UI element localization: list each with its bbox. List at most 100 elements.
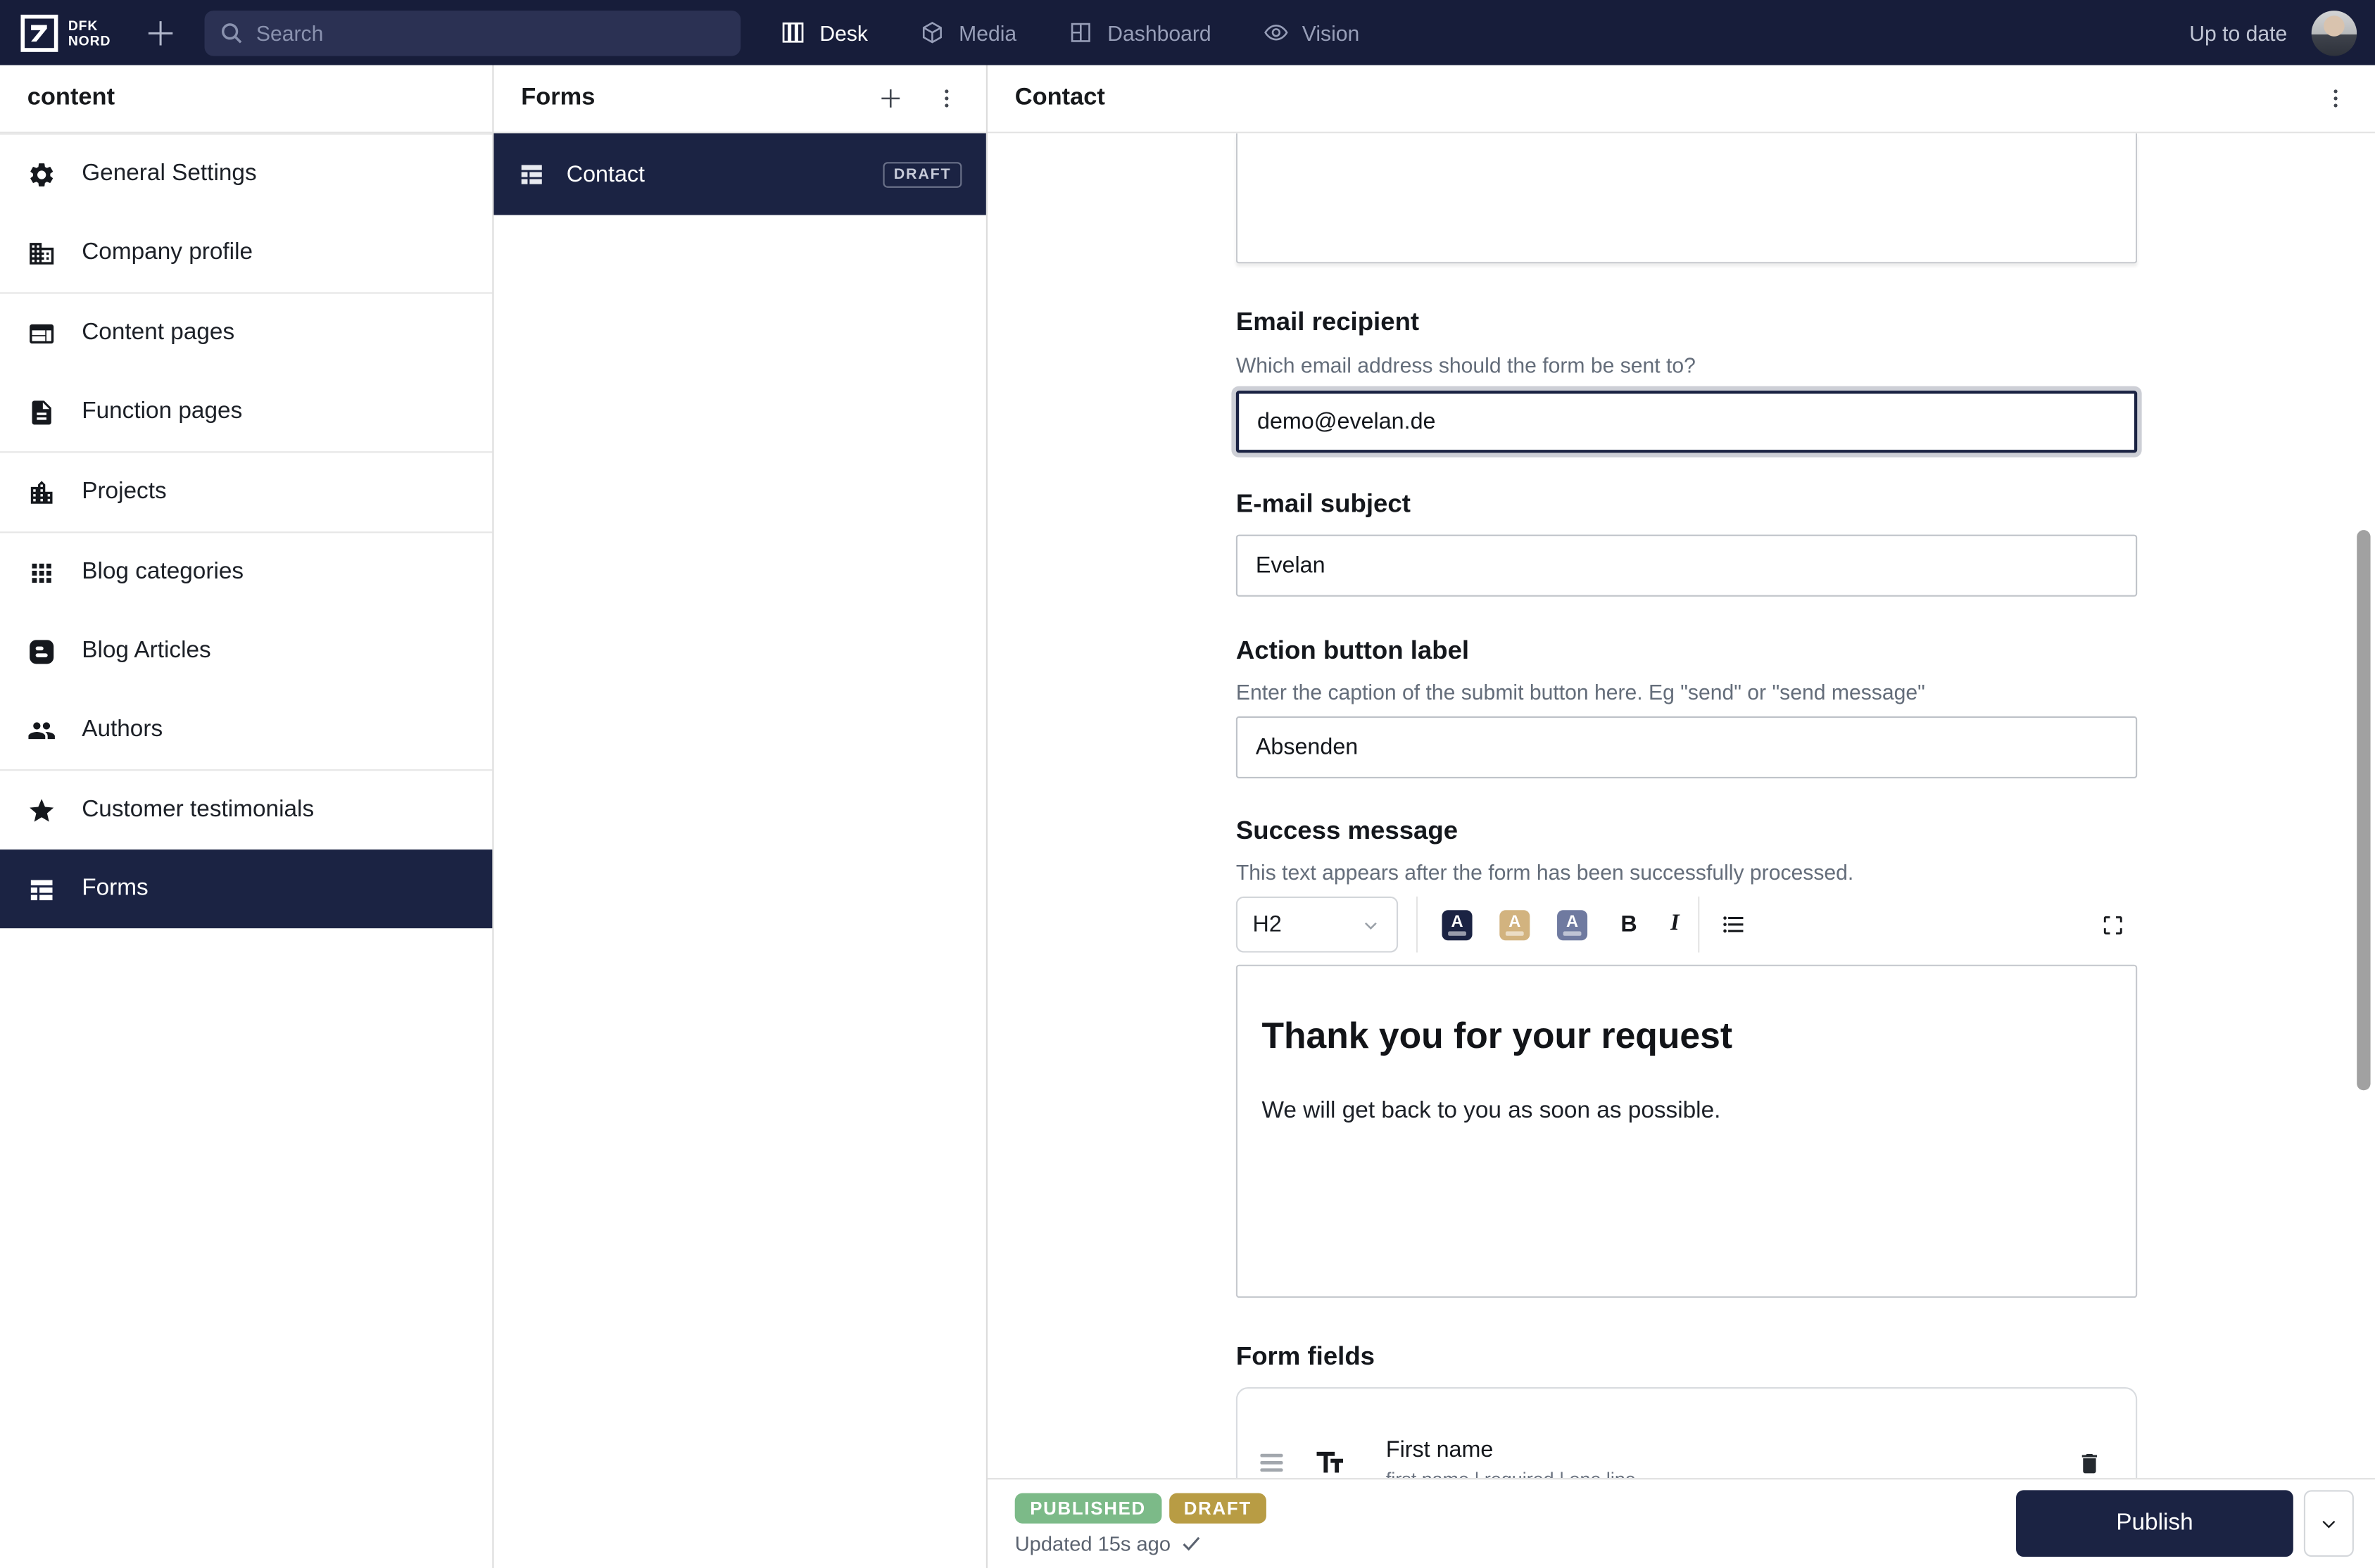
publish-button[interactable]: Publish (2016, 1490, 2293, 1557)
tab-dashboard[interactable]: Dashboard (1068, 20, 1211, 46)
people-icon (27, 716, 56, 745)
search-icon (220, 20, 244, 44)
italic-button[interactable]: I (1670, 911, 1680, 937)
kebab-menu-icon (935, 87, 959, 110)
updated-timestamp: Updated 15s ago (1015, 1532, 1171, 1555)
create-form-button[interactable] (877, 85, 905, 113)
bullet-list-button[interactable] (1720, 911, 1746, 937)
color-a-glyph: A (1508, 914, 1520, 931)
text-color-navy-button[interactable]: A (1442, 909, 1473, 940)
new-document-button[interactable] (144, 16, 177, 49)
action-button-input[interactable] (1236, 716, 2137, 778)
grid-icon (27, 558, 56, 587)
scrolled-textarea-partial[interactable] (1236, 133, 2137, 263)
email-subject-input[interactable] (1236, 535, 2137, 597)
email-subject-label: E-mail subject (1236, 489, 2137, 519)
document-menu-button[interactable] (2324, 87, 2348, 110)
text-color-slate-button[interactable]: A (1557, 909, 1587, 940)
tab-label: Vision (1302, 20, 1360, 44)
forms-pane-title: Forms (521, 85, 595, 113)
bullet-list-icon (1720, 911, 1746, 937)
richtext-editor[interactable]: Thank you for your request We will get b… (1236, 965, 2137, 1298)
sidebar-item-forms[interactable]: Forms (0, 849, 492, 928)
action-button-description: Enter the caption of the submit button h… (1236, 680, 2137, 704)
sidebar-item-projects[interactable]: Projects (0, 453, 492, 531)
package-icon (919, 20, 945, 46)
published-badge: PUBLISHED (1015, 1493, 1161, 1523)
sidebar-item-customer-testimonials[interactable]: Customer testimonials (0, 771, 492, 849)
publish-footer: PUBLISHED DRAFT Updated 15s ago Publish (988, 1477, 2375, 1568)
toolbar-divider (1416, 897, 1418, 953)
workspace-logo[interactable]: DFK NORD (20, 13, 111, 52)
form-field-card-first-name[interactable]: First name first name | required | one l… (1236, 1387, 2137, 1477)
tab-media[interactable]: Media (919, 20, 1016, 46)
top-bar: DFK NORD Desk (0, 0, 2375, 65)
trash-icon (2077, 1450, 2103, 1476)
editor-header: Contact (988, 65, 2375, 134)
document-title: Contact (1015, 85, 1105, 113)
email-recipient-description: Which email address should the form be s… (1236, 353, 2137, 377)
plus-icon (144, 16, 177, 49)
tab-label: Desk (819, 20, 868, 44)
color-a-glyph: A (1566, 914, 1578, 931)
email-recipient-input[interactable] (1236, 391, 2137, 453)
search-input[interactable] (256, 20, 726, 44)
sidebar-title: content (27, 85, 115, 113)
fullscreen-button[interactable] (2101, 912, 2125, 936)
sidebar-item-label: Blog categories (82, 559, 244, 586)
form-item-title: Contact (567, 161, 645, 187)
content-sidebar: content General Settings Company profile… (0, 65, 493, 1568)
sidebar-item-label: General Settings (82, 160, 256, 188)
sidebar-item-label: Customer testimonials (82, 797, 314, 824)
blogger-icon (27, 637, 56, 666)
kebab-menu-icon (2324, 87, 2348, 110)
form-list-item-contact[interactable]: Contact DRAFT (493, 133, 985, 215)
table-icon (27, 875, 56, 904)
sidebar-item-content-pages[interactable]: Content pages (0, 293, 492, 372)
sidebar-item-function-pages[interactable]: Function pages (0, 372, 492, 451)
sidebar-item-label: Function pages (82, 398, 242, 426)
text-color-gold-button[interactable]: A (1499, 909, 1530, 940)
toolbar-divider (1697, 897, 1699, 953)
editor-scroll-area[interactable]: Email recipient Which email address shou… (988, 133, 2375, 1477)
sidebar-item-authors[interactable]: Authors (0, 690, 492, 769)
success-message-description: This text appears after the form has bee… (1236, 860, 2137, 884)
drag-handle-icon[interactable] (1260, 1453, 1286, 1474)
sidebar-item-label: Blog Articles (82, 638, 211, 665)
success-paragraph: We will get back to you as soon as possi… (1261, 1098, 2111, 1125)
plus-icon (877, 85, 905, 113)
form-fields-label: Form fields (1236, 1341, 2137, 1372)
user-avatar[interactable] (2312, 10, 2357, 56)
tab-desk[interactable]: Desk (780, 20, 868, 46)
chevron-down-icon (1360, 914, 1381, 935)
tab-vision[interactable]: Vision (1263, 20, 1359, 46)
tab-label: Media (959, 20, 1016, 44)
action-button-label: Action button label (1236, 636, 2137, 666)
forms-pane-menu-button[interactable] (935, 87, 959, 110)
sidebar-item-blog-articles[interactable]: Blog Articles (0, 612, 492, 690)
field-title: First name (1386, 1436, 1636, 1462)
text-style-value: H2 (1253, 911, 1282, 937)
global-search[interactable] (205, 10, 741, 56)
vertical-scrollbar[interactable] (2357, 530, 2370, 1090)
text-field-type-icon (1314, 1446, 1347, 1477)
status-block: PUBLISHED DRAFT Updated 15s ago (1015, 1493, 1267, 1555)
sidebar-item-label: Content pages (82, 320, 234, 347)
gear-icon (27, 160, 56, 189)
text-style-select[interactable]: H2 (1236, 897, 1398, 953)
publish-menu-button[interactable] (2304, 1490, 2354, 1557)
email-recipient-label: Email recipient (1236, 308, 2137, 338)
success-heading: Thank you for your request (1261, 1016, 2111, 1058)
delete-field-button[interactable] (2077, 1450, 2103, 1476)
city-icon (27, 478, 56, 507)
sidebar-item-blog-categories[interactable]: Blog categories (0, 533, 492, 612)
draft-badge: DRAFT (1168, 1493, 1266, 1523)
sidebar-item-label: Authors (82, 716, 163, 744)
forms-list-pane: Forms Contact DRAFT (493, 65, 987, 1568)
sidebar-item-company-profile[interactable]: Company profile (0, 213, 492, 292)
sidebar-item-general-settings[interactable]: General Settings (0, 135, 492, 214)
star-icon (27, 796, 56, 825)
bold-button[interactable]: B (1620, 911, 1637, 937)
dashboard-icon (1068, 20, 1094, 46)
forms-pane-header: Forms (493, 65, 985, 134)
